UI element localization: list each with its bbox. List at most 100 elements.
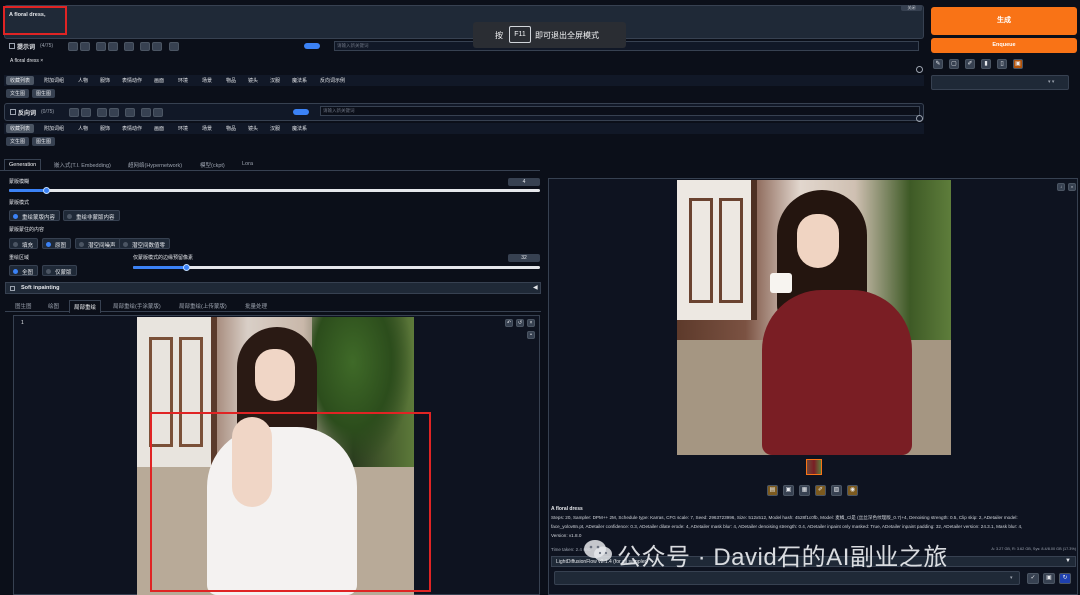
neg-toolbar-icon-4[interactable]	[109, 108, 119, 117]
keyword-input[interactable]	[334, 41, 919, 51]
enqueue-button[interactable]: Enqueue	[931, 38, 1077, 53]
close-icon[interactable]: ×	[527, 319, 535, 327]
prompt-close-button[interactable]: 关闭	[901, 5, 922, 11]
neg-cat-tab-4[interactable]: 表情动作	[118, 124, 146, 133]
neg-cat-tab-0[interactable]: 收藏列表	[6, 124, 35, 133]
sub-chip-img2img[interactable]: 图生图	[32, 89, 56, 98]
cat-tab-1[interactable]: 附加词组	[40, 76, 68, 85]
styles-dropdown[interactable]: ▾ ▾	[931, 75, 1069, 90]
prompt-textarea[interactable]	[4, 5, 924, 39]
refresh-icon[interactable]: ↻	[1059, 573, 1071, 584]
brush-icon[interactable]: ✐	[815, 485, 826, 496]
tab-lora[interactable]: Lora	[242, 161, 253, 167]
generate-button[interactable]: 生成	[931, 7, 1077, 35]
padding-slider[interactable]	[133, 266, 540, 269]
collapse-icon[interactable]	[916, 115, 923, 122]
image-icon[interactable]: ▨	[831, 485, 842, 496]
neg-toolbar-icon-1[interactable]	[69, 108, 79, 117]
toolbar-icon-7[interactable]	[152, 42, 162, 51]
masked-content-option-2[interactable]: 潜空间噪声	[75, 238, 121, 249]
cat-tab-3[interactable]: 服饰	[96, 76, 114, 85]
neg-cat-tab-3[interactable]: 服饰	[96, 124, 114, 133]
toolbar-icon-1[interactable]	[68, 42, 78, 51]
neg-cat-tab-9[interactable]: 镜头	[244, 124, 262, 133]
img-tab-3[interactable]: 局部重绘(手涂蒙版)	[113, 302, 161, 310]
neg-toolbar-icon-7[interactable]	[153, 108, 163, 117]
toggle-icon[interactable]	[293, 109, 309, 115]
denoise-slider[interactable]	[9, 189, 540, 192]
pencil-icon[interactable]: ✎	[933, 59, 943, 69]
output-thumbnail[interactable]	[806, 459, 822, 475]
neg-sub-chip-img2img[interactable]: 图生图	[32, 137, 56, 146]
checkbox-icon[interactable]	[9, 43, 15, 49]
download-icon[interactable]: ↓	[1057, 183, 1065, 191]
checkbox-icon[interactable]	[10, 286, 15, 291]
neg-toolbar-icon-3[interactable]	[97, 108, 107, 117]
undo-icon[interactable]: ↶	[505, 319, 513, 327]
checkbox-icon[interactable]	[10, 109, 16, 115]
cat-tab-9[interactable]: 镜头	[244, 76, 262, 85]
zip-icon[interactable]: ▦	[799, 485, 810, 496]
trash-icon[interactable]: ▮	[981, 59, 991, 69]
img-tab-0[interactable]: 图生图	[15, 302, 32, 310]
masked-content-option-0[interactable]: 填充	[9, 238, 39, 249]
cat-tab-2[interactable]: 人物	[74, 76, 92, 85]
neg-toolbar-icon-6[interactable]	[141, 108, 151, 117]
neg-sub-chip-txt2img[interactable]: 文生图	[6, 137, 30, 146]
toggle-icon[interactable]	[304, 43, 320, 49]
neg-cat-tab-8[interactable]: 物品	[222, 124, 240, 133]
neg-cat-tab-11[interactable]: 魔法系	[288, 124, 311, 133]
neg-cat-tab-1[interactable]: 附加词组	[40, 124, 68, 133]
neg-toolbar-icon-2[interactable]	[81, 108, 91, 117]
toolbar-icon-4[interactable]	[108, 42, 118, 51]
neg-keyword-input[interactable]	[320, 106, 920, 116]
mask-mode-option-0[interactable]: 重绘蒙版内容	[9, 210, 61, 221]
cat-tab-4[interactable]: 表情动作	[118, 76, 146, 85]
padding-value[interactable]: 32	[508, 254, 540, 262]
neg-toolbar-icon-5[interactable]	[125, 108, 135, 117]
mask-mode-option-1[interactable]: 重绘非蒙版内容	[63, 210, 120, 221]
masked-content-option-1[interactable]: 原图	[42, 238, 72, 249]
neg-cat-tab-2[interactable]: 人物	[74, 124, 92, 133]
style-icon[interactable]: ▣	[1013, 59, 1023, 69]
save-icon[interactable]: ▣	[1043, 573, 1055, 584]
toolbar-icon-3[interactable]	[96, 42, 106, 51]
cat-tab-12[interactable]: 反向词示例	[316, 76, 349, 85]
cat-tab-11[interactable]: 魔法系	[288, 76, 311, 85]
reset-icon[interactable]: ↺	[516, 319, 524, 327]
cat-tab-5[interactable]: 画面	[150, 76, 168, 85]
tab-embedding[interactable]: 嵌入式(T.I. Embedding)	[54, 161, 111, 169]
output-image[interactable]	[677, 180, 951, 455]
img-tab-1[interactable]: 绘图	[48, 302, 59, 310]
inpaint-area-option-1[interactable]: 仅蒙版	[42, 265, 77, 276]
toolbar-icon-6[interactable]	[140, 42, 150, 51]
denoise-slider-knob[interactable]	[43, 187, 50, 194]
save-icon[interactable]: ▣	[783, 485, 794, 496]
close-icon[interactable]: ×	[1068, 183, 1076, 191]
cat-tab-0[interactable]: 收藏列表	[6, 76, 35, 85]
tab-generation[interactable]: Generation	[4, 159, 42, 170]
tab-ckpt[interactable]: 模型(ckpt)	[200, 161, 225, 169]
check-icon[interactable]: ✓	[1027, 573, 1039, 584]
neg-cat-tab-5[interactable]: 画面	[150, 124, 168, 133]
collapse-icon[interactable]	[916, 66, 923, 73]
masked-content-option-3[interactable]: 潜空间数值零	[119, 238, 171, 249]
toolbar-icon-8[interactable]	[169, 42, 179, 51]
tab-hypernetwork[interactable]: 超网络(Hypernetwork)	[128, 161, 182, 169]
padding-slider-knob[interactable]	[183, 264, 190, 271]
copy-icon[interactable]: ▢	[949, 59, 959, 69]
denoise-value[interactable]: 4	[508, 178, 540, 186]
neg-cat-tab-6[interactable]: 环境	[174, 124, 192, 133]
neg-cat-tab-10[interactable]: 汉服	[266, 124, 284, 133]
palette-icon[interactable]: ◉	[847, 485, 858, 496]
folder-icon[interactable]: ▤	[767, 485, 778, 496]
img-tab-4[interactable]: 局部重绘(上传蒙版)	[179, 302, 227, 310]
toolbar-icon-2[interactable]	[80, 42, 90, 51]
cat-tab-10[interactable]: 汉服	[266, 76, 284, 85]
inpaint-area-option-0[interactable]: 全图	[9, 265, 39, 276]
img-tab-5[interactable]: 批量处理	[245, 302, 267, 310]
brush-size-icon[interactable]: •	[527, 331, 535, 339]
cat-tab-6[interactable]: 环境	[174, 76, 192, 85]
clipboard-icon[interactable]: ▯	[997, 59, 1007, 69]
brush-icon[interactable]: ✐	[965, 59, 975, 69]
